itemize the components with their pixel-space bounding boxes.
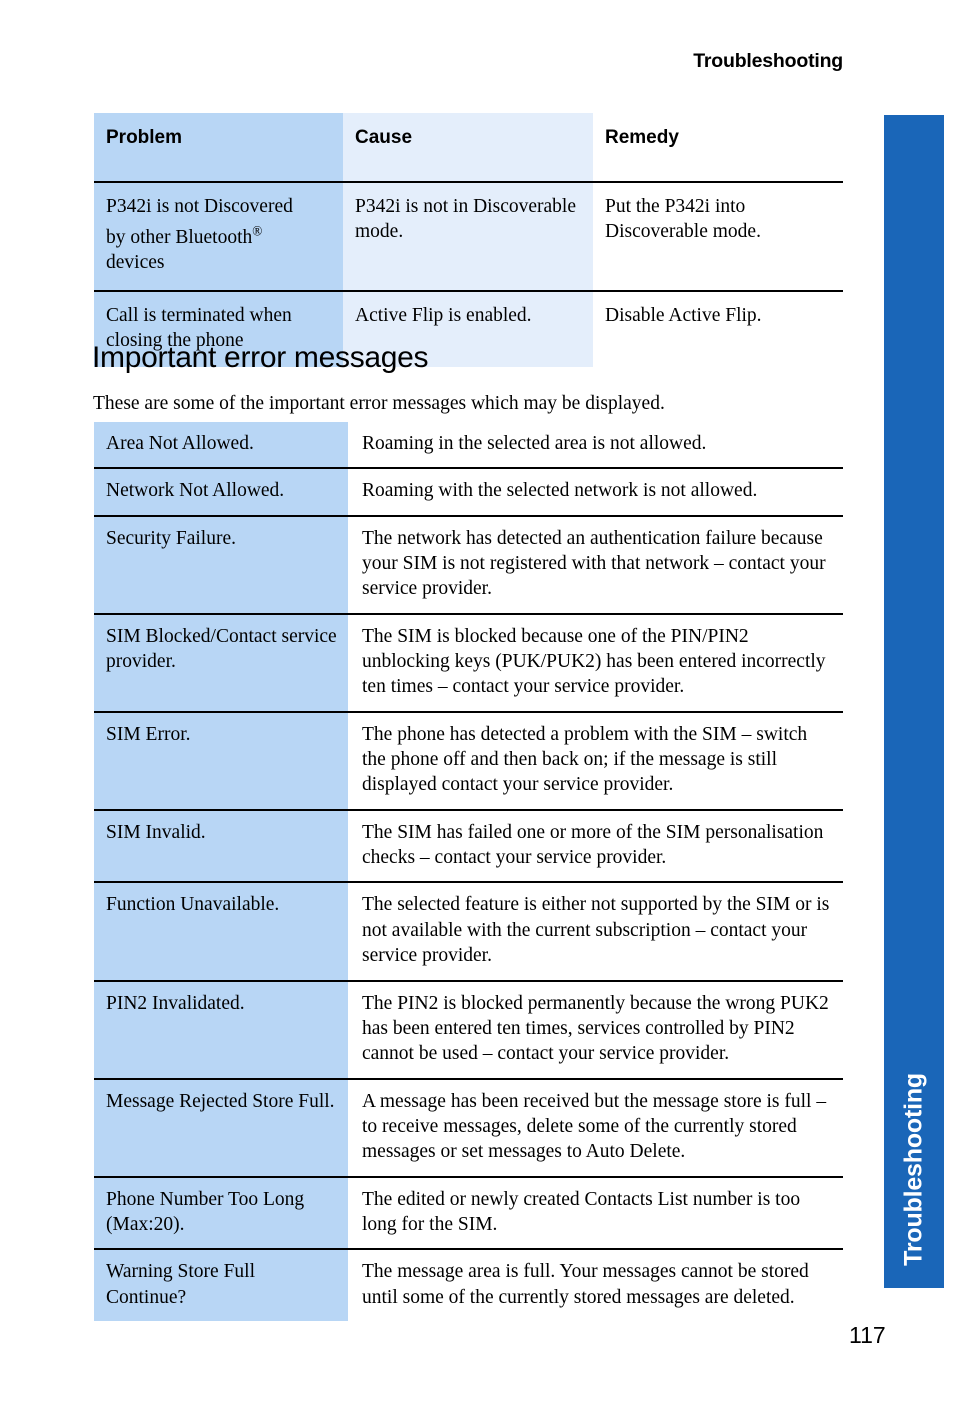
problem-line: devices: [106, 252, 165, 274]
error-message-cell: Area Not Allowed.: [94, 422, 348, 470]
table-row: SIM Blocked/Contact service provider. The…: [94, 613, 843, 713]
table-row: Function Unavailable. The selected featur…: [94, 882, 843, 982]
column-header-remedy: Remedy: [593, 113, 843, 183]
error-description-cell: The SIM has failed one or more of the SI…: [348, 809, 843, 884]
error-message-cell: Network Not Allowed.: [94, 468, 348, 517]
chapter-thumb-tab: Troubleshooting: [884, 115, 944, 1288]
problem-line: P342i is not Discovered: [106, 195, 293, 217]
table-row: Message Rejected Store Full. A message ha…: [94, 1078, 843, 1178]
error-description-cell: The network has detected an authenticati…: [348, 515, 843, 615]
problem-line: by other Bluetooth®: [106, 223, 333, 250]
table-row: Phone Number Too Long (Max:20). The edite…: [94, 1176, 843, 1251]
column-header-problem: Problem: [94, 113, 343, 183]
table-row: Network Not Allowed. Roaming with the sel…: [94, 468, 843, 517]
table-row: Area Not Allowed. Roaming in the selected…: [94, 422, 843, 470]
cause-cell: P342i is not in Discoverable mode.: [343, 181, 593, 292]
error-description-cell: The phone has detected a problem with th…: [348, 711, 843, 811]
problem-line: Call is terminated when: [106, 304, 292, 326]
table-row: Security Failure. The network has detecte…: [94, 515, 843, 615]
table-row: PIN2 Invalidated. The PIN2 is blocked per…: [94, 980, 843, 1080]
error-messages-table: Area Not Allowed. Roaming in the selected…: [94, 422, 843, 1321]
error-message-cell: Function Unavailable.: [94, 882, 348, 982]
error-table-body: Area Not Allowed. Roaming in the selected…: [94, 422, 843, 1321]
remedy-cell: Put the P342i into Discoverable mode.: [593, 181, 843, 292]
error-message-cell: PIN2 Invalidated.: [94, 980, 348, 1080]
chapter-thumb-tab-label: Troubleshooting: [899, 1073, 928, 1266]
table-row: Warning Store Full Continue? The message …: [94, 1249, 843, 1321]
error-message-cell: Security Failure.: [94, 515, 348, 615]
column-header-cause: Cause: [343, 113, 593, 183]
table-row: SIM Error. The phone has detected a probl…: [94, 711, 843, 811]
registered-trademark-icon: ®: [252, 223, 263, 239]
error-message-cell: Warning Store Full Continue?: [94, 1249, 348, 1321]
error-message-cell: SIM Error.: [94, 711, 348, 811]
remedy-cell: Disable Active Flip.: [593, 290, 843, 368]
error-description-cell: The message area is full. Your messages …: [348, 1249, 843, 1321]
error-message-cell: Message Rejected Store Full.: [94, 1078, 348, 1178]
error-message-cell: SIM Invalid.: [94, 809, 348, 884]
error-description-cell: The selected feature is either not suppo…: [348, 882, 843, 982]
running-head: Troubleshooting: [693, 50, 843, 72]
section-heading: Important error messages: [92, 341, 429, 374]
error-description-cell: The PIN2 is blocked permanently because …: [348, 980, 843, 1080]
problem-cell: P342i is not Discovered by other Bluetoo…: [94, 181, 343, 292]
table-row: SIM Invalid. The SIM has failed one or mo…: [94, 809, 843, 884]
error-description-cell: Roaming in the selected area is not allo…: [348, 422, 843, 470]
problem-cause-remedy-table: Problem Cause Remedy P342i is not Discov…: [94, 113, 843, 368]
error-description-cell: The SIM is blocked because one of the PI…: [348, 613, 843, 713]
error-description-cell: Roaming with the selected network is not…: [348, 468, 843, 517]
section-intro-text: These are some of the important error me…: [93, 393, 665, 414]
error-message-cell: SIM Blocked/Contact service provider.: [94, 613, 348, 713]
table-row: P342i is not Discovered by other Bluetoo…: [94, 181, 843, 292]
error-description-cell: A message has been received but the mess…: [348, 1078, 843, 1178]
table-header-row: Problem Cause Remedy: [94, 113, 843, 183]
error-description-cell: The edited or newly created Contacts Lis…: [348, 1176, 843, 1251]
error-message-cell: Phone Number Too Long (Max:20).: [94, 1176, 348, 1251]
problem-line-text: by other Bluetooth: [106, 227, 253, 249]
page-number: 117: [849, 1322, 886, 1348]
